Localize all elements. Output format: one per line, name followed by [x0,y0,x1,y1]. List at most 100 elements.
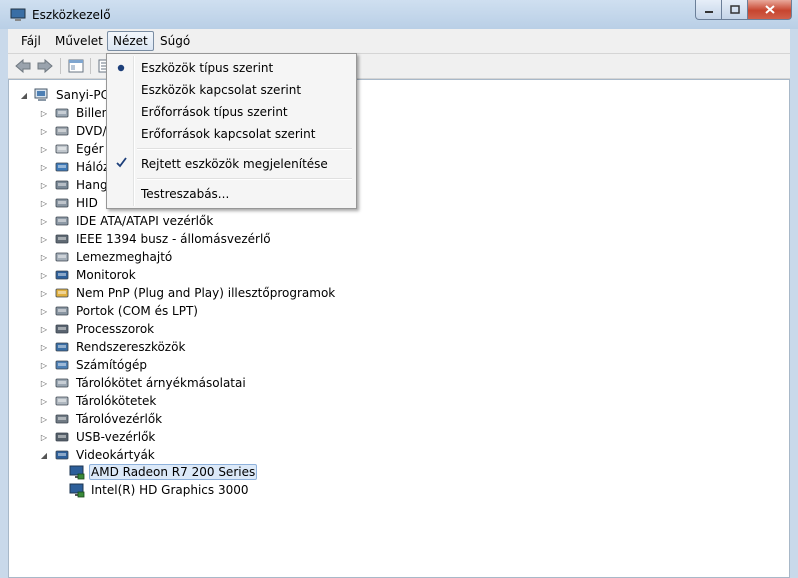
expand-arrow-icon[interactable]: ▷ [39,356,49,374]
expand-arrow-icon[interactable]: ▷ [39,266,49,284]
back-arrow-icon [15,58,31,74]
device-label: Intel(R) HD Graphics 3000 [91,483,249,497]
expand-arrow-icon[interactable]: ▷ [39,104,49,122]
storage-volume-icon [54,393,70,409]
expand-arrow-icon[interactable]: ▷ [39,392,49,410]
disk-drive-icon [54,249,70,265]
tree-category-label: Tárolókötetek [76,394,157,408]
tree-category[interactable]: ▷ Tárolókötetek [39,392,158,410]
expand-arrow-icon[interactable]: ▷ [39,338,49,356]
expand-arrow-icon[interactable]: ▷ [39,302,49,320]
tree-category-label: HID [76,196,98,210]
tree-category[interactable]: ▷ Hang- [39,176,114,194]
tree-category[interactable]: ▷ Hálóz [39,158,111,176]
expand-arrow-icon[interactable]: ▷ [39,122,49,140]
menu-help[interactable]: Súgó [155,32,195,50]
computer-icon [54,357,70,373]
tree-category-label: Számítógép [76,358,147,372]
collapse-arrow-icon[interactable]: ◢ [39,446,49,464]
non-pnp-driver-icon [54,285,70,301]
menu-item-devices-by-type[interactable]: Eszközök típus szerint [109,57,354,79]
expand-arrow-icon[interactable]: ▷ [39,284,49,302]
forward-button[interactable] [36,57,54,75]
tree-category-label: IEEE 1394 busz - állomásvezérlő [76,232,271,246]
view-menu-dropdown: Eszközök típus szerint Eszközök kapcsola… [106,53,357,209]
shadow-copy-icon [54,375,70,391]
expand-arrow-icon[interactable]: ▷ [39,410,49,428]
expand-arrow-icon[interactable]: ▷ [39,248,49,266]
show-hide-console-tree-button[interactable] [67,57,85,75]
menu-bar: Fájl Művelet Nézet Súgó [8,29,790,54]
storage-controller-icon [54,411,70,427]
expand-arrow-icon[interactable]: ▷ [39,212,49,230]
maximize-button[interactable] [722,0,748,20]
back-button[interactable] [14,57,32,75]
menu-item-devices-by-connection[interactable]: Eszközök kapcsolat szerint [109,79,354,101]
expand-arrow-icon[interactable]: ▷ [39,158,49,176]
ieee1394-icon [54,231,70,247]
expand-arrow-icon[interactable]: ▷ [39,320,49,338]
expand-arrow-icon[interactable]: ▷ [39,140,49,158]
computer-icon [34,87,50,103]
processor-icon [54,321,70,337]
console-tree-icon [68,59,84,73]
menu-view[interactable]: Nézet [107,31,154,51]
expand-arrow-icon[interactable]: ▷ [39,176,49,194]
tree-category[interactable]: ◢ Videokártyák [39,446,157,464]
tree-category[interactable]: ▷ Nem PnP (Plug and Play) illesztőprogram… [39,284,337,302]
collapse-arrow-icon[interactable]: ◢ [19,86,29,104]
network-adapter-icon [54,159,70,175]
tree-category[interactable]: ▷ Processzorok [39,320,156,338]
tree-category-label: Videokártyák [76,448,155,462]
device-amd-radeon[interactable]: AMD Radeon R7 200 Series [69,463,258,481]
tree-category[interactable]: ▷ Portok (COM és LPT) [39,302,200,320]
display-adapter-icon [54,447,70,463]
tree-category[interactable]: ▷ Számítógép [39,356,149,374]
menu-action[interactable]: Művelet [50,32,108,50]
display-adapter-icon [69,464,85,480]
device-manager-window: Eszközkezelő Fájl Művelet Nézet Súgó ◢ S… [0,0,798,578]
tree-category[interactable]: ▷ Rendszereszközök [39,338,187,356]
monitor-icon [54,267,70,283]
minimize-button[interactable] [695,0,722,20]
system-device-icon [54,339,70,355]
title-bar[interactable]: Eszközkezelő [0,0,798,29]
tree-category[interactable]: ▷ HID [39,194,100,212]
tree-category[interactable]: ▷ Tárolókötet árnyékmásolatai [39,374,248,392]
tree-root-label: Sanyi-PC [56,88,109,102]
tree-category-label: Rendszereszközök [76,340,186,354]
menu-file[interactable]: Fájl [16,32,46,50]
tree-category[interactable]: ▷ IDE ATA/ATAPI vezérlők [39,212,215,230]
mouse-icon [54,141,70,157]
tree-category[interactable]: ▷ Tárolóvezérlők [39,410,164,428]
tree-category-label: Processzorok [76,322,155,336]
expand-arrow-icon[interactable]: ▷ [39,194,49,212]
minimize-icon [704,10,713,13]
tree-category[interactable]: ▷ Billent [39,104,116,122]
menu-item-customize[interactable]: Testreszabás... [109,183,354,205]
display-adapter-icon [69,482,85,498]
tree-category-label: Monitorok [76,268,136,282]
tree-category-label: Portok (COM és LPT) [76,304,198,318]
menu-item-show-hidden-devices[interactable]: Rejtett eszközök megjelenítése [109,153,354,175]
tree-category[interactable]: ▷ Lemezmeghajtó [39,248,174,266]
tree-category[interactable]: ▷ Monitorok [39,266,138,284]
menu-item-resources-by-connection[interactable]: Erőforrások kapcsolat szerint [109,123,354,145]
usb-icon [54,429,70,445]
expand-arrow-icon[interactable]: ▷ [39,230,49,248]
device-manager-icon [10,8,26,21]
close-button[interactable] [748,0,792,20]
tree-category-label: Tárolókötet árnyékmásolatai [76,376,246,390]
tree-category[interactable]: ▷ USB-vezérlők [39,428,157,446]
expand-arrow-icon[interactable]: ▷ [39,374,49,392]
device-intel-hd[interactable]: Intel(R) HD Graphics 3000 [69,481,251,499]
window-title: Eszközkezelő [32,8,111,22]
tree-category-label: USB-vezérlők [76,430,156,444]
menu-item-resources-by-type[interactable]: Erőforrások típus szerint [109,101,354,123]
tree-root[interactable]: ◢ Sanyi-PC [19,86,111,104]
expand-arrow-icon[interactable]: ▷ [39,428,49,446]
tree-category[interactable]: ▷ Egér v [39,140,116,158]
tree-category[interactable]: ▷ IEEE 1394 busz - állomásvezérlő [39,230,273,248]
tree-category-label: Lemezmeghajtó [76,250,173,264]
hid-icon [54,195,70,211]
